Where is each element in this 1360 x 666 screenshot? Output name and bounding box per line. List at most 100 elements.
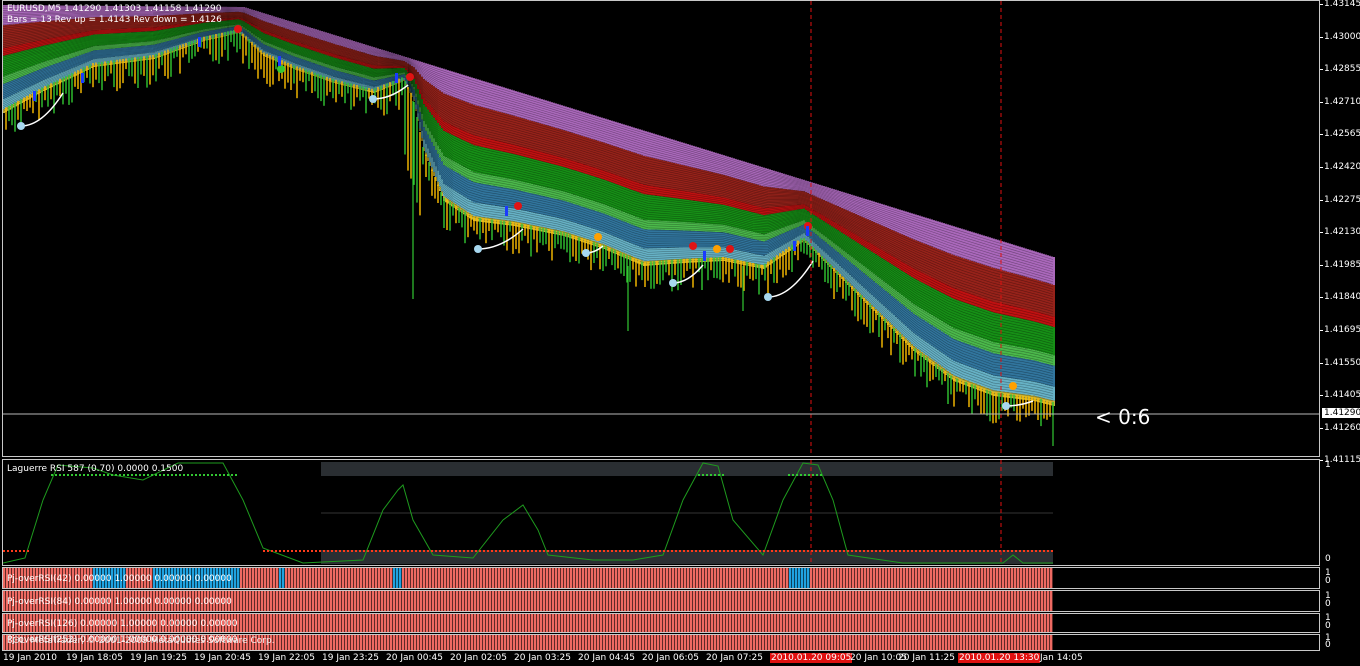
over-rsi-panel-42[interactable]: Pj-overRSI(42) 0.00000 1.00000 0.00000 0… [2, 567, 1320, 589]
oversold-signal-dot [523, 550, 525, 552]
overbought-signal-dot [159, 474, 161, 476]
ribbon-band-segment [441, 68, 443, 93]
ribbon-band-segment [763, 241, 765, 256]
oversold-signal-dot [715, 550, 717, 552]
ribbon-band-segment [885, 205, 887, 228]
oversold-signal-dot [627, 550, 629, 552]
oversold-signal-dot [795, 550, 797, 552]
ribbon-band-segment [563, 105, 565, 131]
oversold-signal-dot [1019, 550, 1021, 552]
oversold-signal-dot [903, 550, 905, 552]
ribbon-band-segment [693, 145, 695, 168]
oversold-signal-dot [327, 550, 329, 552]
overbought-signal-dot [55, 474, 57, 476]
main-price-chart[interactable]: EURUSD,M5 1.41290 1.41303 1.41158 1.4129… [2, 0, 1320, 457]
ribbon-band-segment [747, 162, 749, 182]
oversold-signal-dot [467, 550, 469, 552]
ribbon-band-segment [577, 110, 579, 135]
reversal-dot [474, 245, 482, 253]
ribbon-band-segment [1053, 316, 1055, 328]
ribbon-band-segment [1053, 257, 1055, 285]
ribbon-band-segment [769, 169, 771, 188]
ribbon-band-segment [883, 204, 885, 227]
laguerre-rsi-canvas[interactable] [3, 460, 1320, 566]
overbought-signal-dot [231, 474, 233, 476]
oversold-signal-dot [527, 550, 529, 552]
ribbon-band-segment [471, 181, 473, 202]
ribbon-band-segment [531, 95, 533, 122]
ribbon-band-segment [943, 223, 945, 252]
ribbon-band-segment [871, 200, 873, 222]
ribbon-band-segment [573, 108, 575, 134]
oversold-signal-dot [571, 550, 573, 552]
laguerre-rsi-label: Laguerre RSI 587 (0.70) 0.0000 0.1500 [7, 464, 184, 474]
oversold-signal-dot [863, 550, 865, 552]
oversold-signal-dot [975, 550, 977, 552]
oversold-signal-dot [371, 550, 373, 552]
oversold-signal-dot [695, 550, 697, 552]
oversold-signal-dot [647, 550, 649, 552]
oversold-signal-dot [347, 550, 349, 552]
ribbon-band-segment [639, 129, 641, 155]
ribbon-band-segment [1003, 241, 1005, 271]
ribbon-band-segment [875, 202, 877, 223]
overbought-signal-dot [820, 474, 822, 476]
oversold-signal-dot [303, 550, 305, 552]
oversold-signal-dot [919, 550, 921, 552]
overbought-signal-dot [163, 474, 165, 476]
ribbon-band-segment [969, 231, 971, 261]
oversold-signal-dot [767, 550, 769, 552]
overbought-signal-dot [83, 474, 85, 476]
ribbon-band-segment [491, 83, 493, 110]
price-tick-label: 1.41550 [1319, 357, 1360, 368]
oversold-signal-dot [579, 550, 581, 552]
blue-bar-marker [198, 37, 201, 47]
overbought-signal-dot [714, 474, 716, 476]
ribbon-band-segment [619, 185, 621, 211]
oversold-signal-dot [979, 550, 981, 552]
overbought-signal-dot [143, 474, 145, 476]
signal-dot [514, 202, 522, 210]
overbought-signal-dot [702, 474, 704, 476]
ribbon-band-segment [879, 203, 881, 225]
oversold-signal-dot [635, 550, 637, 552]
overbought-signal-dot [127, 474, 129, 476]
ribbon-band-segment [621, 186, 623, 212]
oversold-signal-dot [727, 550, 729, 552]
overbought-signal-dot [119, 474, 121, 476]
laguerre-rsi-panel[interactable]: Laguerre RSI 587 (0.70) 0.0000 0.1500 [2, 459, 1320, 566]
ribbon-band-segment [701, 148, 703, 170]
oversold-signal-dot [835, 550, 837, 552]
oversold-signal-dot [415, 550, 417, 552]
ribbon-band-segment [453, 71, 455, 98]
reversal-dot [582, 249, 590, 257]
oversold-signal-dot [887, 550, 889, 552]
price-chart-canvas[interactable] [3, 1, 1320, 457]
ribbon-band-segment [793, 176, 795, 191]
oversold-signal-dot [911, 550, 913, 552]
oversold-signal-dot [827, 550, 829, 552]
oversold-signal-dot [367, 550, 369, 552]
overbought-signal-dot [718, 474, 720, 476]
ribbon-band-segment [589, 113, 591, 139]
oversold-signal-dot [703, 550, 705, 552]
oversold-signal-dot [943, 550, 945, 552]
oversold-signal-dot [775, 550, 777, 552]
ribbon-band-segment [501, 86, 503, 113]
oversold-signal-dot [839, 550, 841, 552]
ribbon-band-segment [455, 72, 457, 99]
overbought-signal-dot [155, 474, 157, 476]
ribbon-band-segment [985, 236, 987, 266]
ribbon-band-segment [519, 92, 521, 118]
ribbon-band-segment [515, 91, 517, 117]
oversold-signal-dot [307, 550, 309, 552]
ribbon-band-segment [991, 237, 993, 268]
ribbon-band-segment [919, 215, 921, 242]
oversold-signal-dot [763, 550, 765, 552]
ribbon-band-segment [779, 172, 781, 189]
oversold-signal-dot [531, 550, 533, 552]
oversold-signal-dot [299, 550, 301, 552]
overbought-signal-dot [199, 474, 201, 476]
ribbon-band-segment [1053, 327, 1055, 356]
ribbon-band-segment [935, 220, 937, 249]
